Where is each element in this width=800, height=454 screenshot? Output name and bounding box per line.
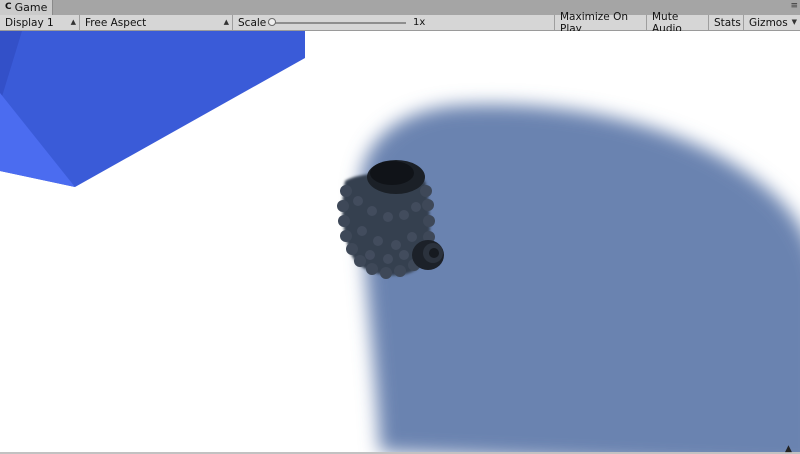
gizmos-label: Gizmos: [749, 16, 788, 29]
mouse-cursor-icon: ▲: [785, 444, 792, 454]
aspect-dropdown[interactable]: Free Aspect ▲: [80, 15, 233, 30]
tab-label: Game: [14, 1, 48, 14]
display-label: Display 1: [5, 16, 54, 29]
game-tab-icon: C: [5, 2, 12, 12]
panel-menu-icon[interactable]: ≡: [790, 1, 797, 11]
stats-label: Stats: [714, 16, 741, 29]
tab-game[interactable]: C Game: [0, 0, 53, 15]
scale-slider-track[interactable]: [268, 22, 406, 24]
dropdown-arrows-icon: ▲: [70, 18, 76, 26]
stats-toggle[interactable]: Stats: [709, 15, 744, 30]
display-dropdown[interactable]: Display 1 ▲: [0, 15, 80, 30]
scale-label: Scale: [238, 16, 267, 29]
mute-audio-toggle[interactable]: Mute Audio: [647, 11, 709, 35]
dropdown-arrow-icon: ▼: [791, 18, 797, 26]
game-viewport[interactable]: [0, 31, 800, 452]
gizmos-dropdown[interactable]: Gizmos ▼: [744, 15, 800, 30]
scale-slider-handle[interactable]: [268, 18, 276, 26]
scale-value: 1x: [413, 17, 426, 28]
aspect-label: Free Aspect: [85, 16, 147, 29]
dropdown-arrows-icon: ▲: [223, 18, 229, 26]
maximize-on-play-toggle[interactable]: Maximize On Play: [555, 11, 647, 35]
